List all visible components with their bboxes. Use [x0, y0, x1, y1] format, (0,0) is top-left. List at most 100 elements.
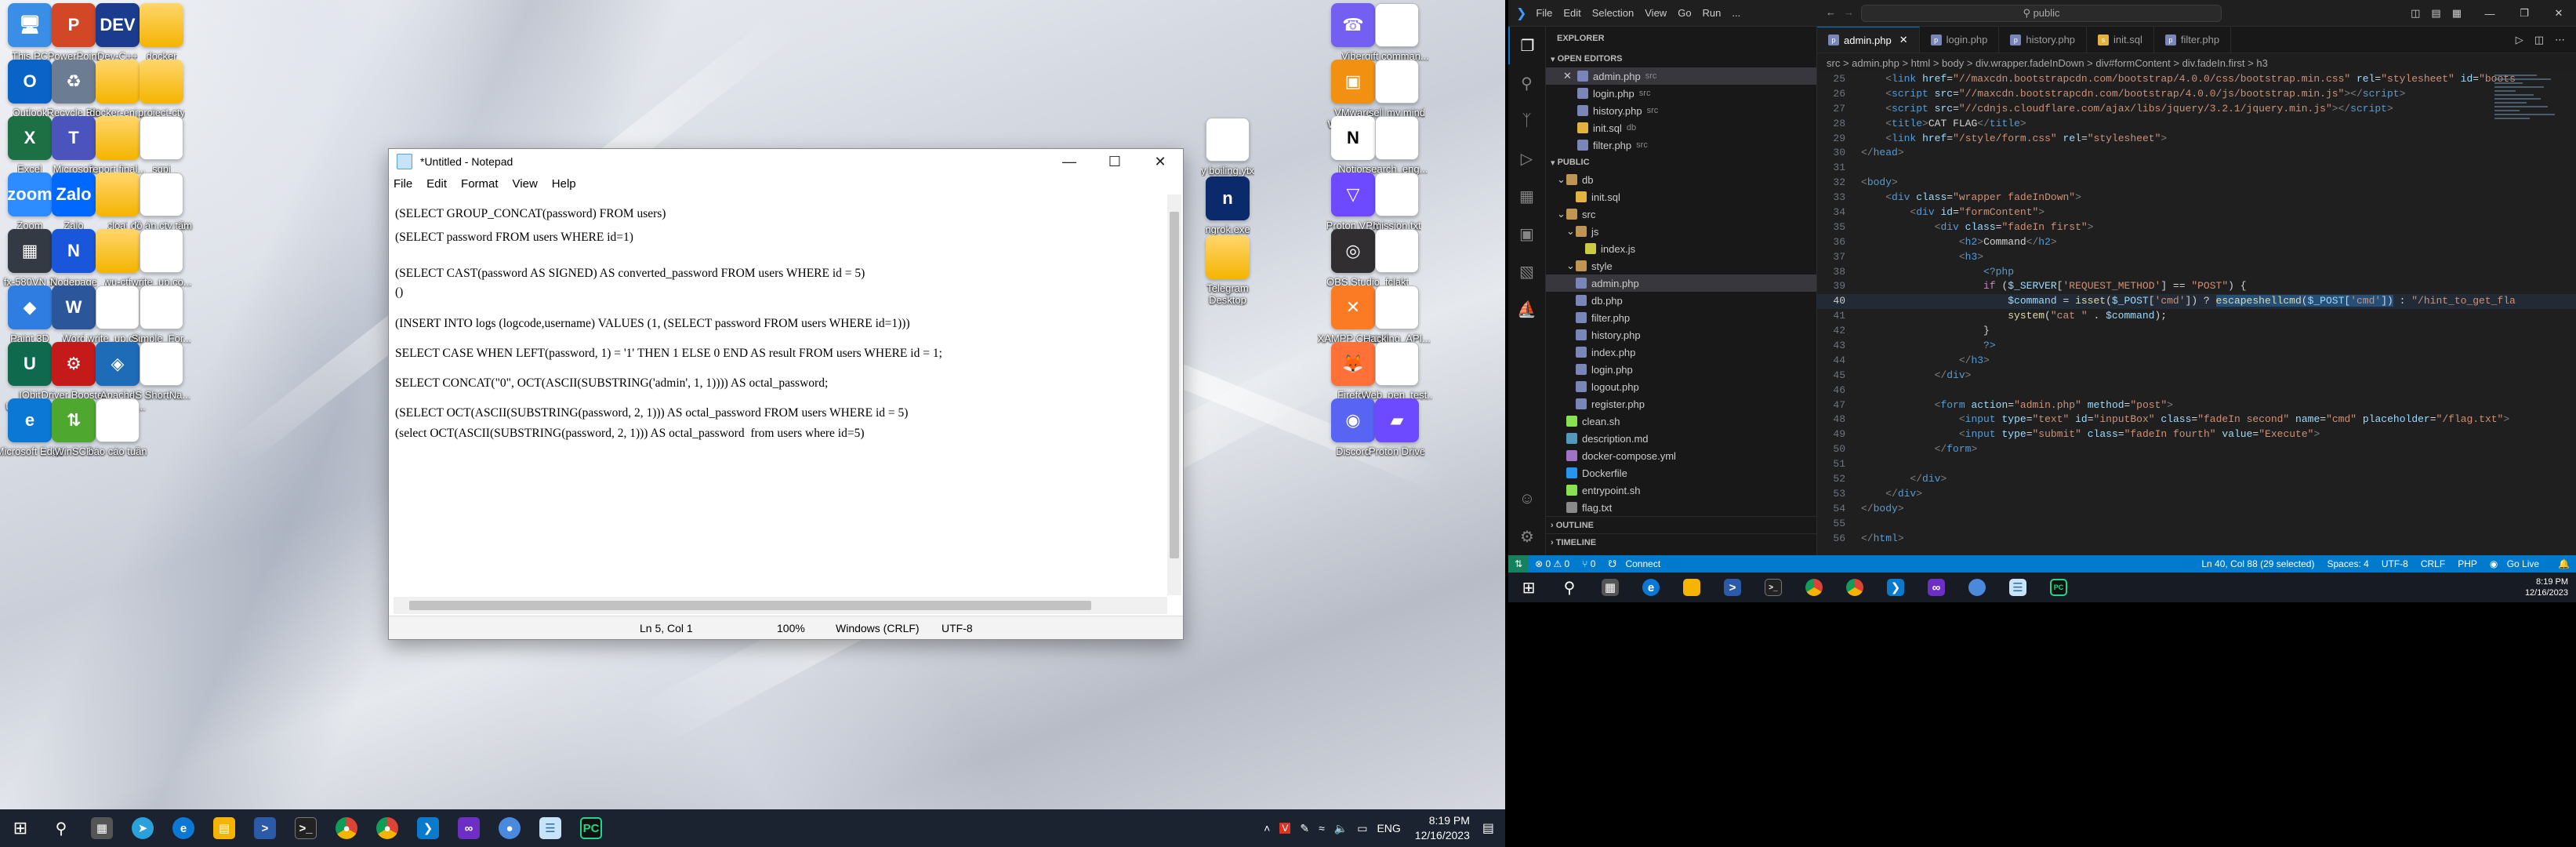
split-editor-icon[interactable]: ◫	[2534, 34, 2544, 46]
desktop-icon[interactable]: mission.txt	[1361, 173, 1433, 231]
chrome-icon[interactable]: ●	[326, 809, 367, 847]
terminal-icon[interactable]: >_	[1753, 573, 1794, 602]
desktop-icon[interactable]: y boiling.ytx	[1192, 118, 1264, 176]
code-line[interactable]: 50 </form>	[1817, 442, 2576, 457]
vscode-restore-button[interactable]: ❐	[2507, 7, 2542, 20]
line-ending[interactable]: CRLF	[2421, 558, 2445, 569]
breadcrumb[interactable]: src > admin.php > html > body > div.wrap…	[1817, 53, 2576, 72]
connect-button[interactable]: ☋ Connect	[1608, 558, 1667, 569]
file-tree-item[interactable]: entrypoint.sh	[1546, 482, 1816, 499]
start-icon[interactable]: ⊞	[1508, 573, 1549, 602]
code-line[interactable]: 54 </body>	[1817, 502, 2576, 517]
chromium-icon[interactable]	[1957, 573, 1997, 602]
code-line[interactable]: 45 </div>	[1817, 369, 2576, 384]
code-line[interactable]: 34 <div id="formContent">	[1817, 205, 2576, 220]
tab-filter-php[interactable]: p filter.php	[2154, 27, 2232, 53]
code-line[interactable]: 55	[1817, 517, 2576, 532]
problems-indicator[interactable]: ⊗ 0 ⚠ 0	[1535, 558, 1569, 569]
file-explorer-icon[interactable]	[1671, 573, 1712, 602]
desktop-icon[interactable]: docker	[125, 3, 198, 62]
powershell-icon[interactable]: >	[1712, 573, 1753, 602]
language-mode[interactable]: PHP	[2458, 558, 2477, 569]
minimize-button[interactable]: —	[1047, 149, 1092, 174]
pycharm-icon[interactable]: PC	[2038, 573, 2079, 602]
chromium-icon[interactable]: ●	[489, 809, 530, 847]
tab-login-php[interactable]: p login.php	[1920, 27, 2000, 53]
code-line[interactable]: 37 <h3>	[1817, 250, 2576, 265]
maximize-button[interactable]: ☐	[1092, 149, 1137, 174]
code-line[interactable]: 32 <body>	[1817, 176, 2576, 191]
file-tree-item[interactable]: logout.php	[1546, 378, 1816, 395]
desktop-icon[interactable]: write_up co...	[125, 229, 198, 288]
code-line[interactable]: 36 <h2>Command</h2>	[1817, 235, 2576, 250]
vs-menu-more[interactable]: ...	[1732, 7, 1740, 19]
open-editor-item[interactable]: init.sql db	[1546, 119, 1816, 136]
code-line[interactable]: 42 }	[1817, 324, 2576, 339]
desktop-icon[interactable]: n ngrok.exe	[1192, 176, 1264, 235]
menu-edit[interactable]: Edit	[426, 177, 447, 191]
notepad-text-area[interactable]: (SELECT GROUP_CONCAT(password) FROM user…	[394, 194, 1167, 595]
visual-studio-icon[interactable]: ∞	[1916, 573, 1957, 602]
code-line[interactable]: 49 <input type="submit" class="fadeIn fo…	[1817, 427, 2576, 442]
notification-icon[interactable]: ▤	[1482, 820, 1494, 836]
open-editor-item[interactable]: login.php src	[1546, 85, 1816, 102]
file-tree-item[interactable]: ⌄ js	[1546, 223, 1816, 240]
code-line[interactable]: 56 </html>	[1817, 532, 2576, 547]
code-line[interactable]: 35 <div class="fadeIn first">	[1817, 220, 2576, 235]
file-tree-item[interactable]: login.php	[1546, 361, 1816, 378]
code-line[interactable]: 47 <form action="admin.php" method="post…	[1817, 398, 2576, 413]
pen-icon[interactable]: ✎	[1300, 822, 1309, 835]
desktop-icon[interactable]: gift comman...	[1361, 3, 1433, 62]
file-tree-item[interactable]: init.sql	[1546, 188, 1816, 205]
notepad-titlebar[interactable]: *Untitled - Notepad — ☐ ✕	[389, 149, 1183, 174]
file-tree-item[interactable]: Dockerfile	[1546, 464, 1816, 482]
code-line[interactable]: 51	[1817, 457, 2576, 472]
notepad-window[interactable]: *Untitled - Notepad — ☐ ✕ File Edit Form…	[388, 148, 1184, 640]
code-line[interactable]: 26 <script src="//maxcdn.bootstrapcdn.co…	[1817, 87, 2576, 102]
file-explorer-icon[interactable]: ▤	[204, 809, 245, 847]
search-icon[interactable]: ⚲	[1549, 573, 1590, 602]
antivirus-icon[interactable]: V	[1279, 823, 1291, 834]
encoding[interactable]: UTF-8	[2382, 558, 2408, 569]
desktop-icon[interactable]: project-cty	[125, 60, 198, 118]
code-line[interactable]: 25 <link href="//maxcdn.bootstrapcdn.com…	[1817, 72, 2576, 87]
source-control-icon[interactable]: ᛉ	[1508, 102, 1545, 140]
file-tree-item[interactable]: ⌄ src	[1546, 205, 1816, 223]
desktop-icon[interactable]: sqpi	[125, 116, 198, 175]
go-live-button[interactable]: ◉ Go Live	[2490, 558, 2545, 569]
code-line[interactable]: 38 <?php	[1817, 265, 2576, 280]
powershell-icon[interactable]: >	[245, 809, 285, 847]
tab-close-icon[interactable]: ✕	[1899, 34, 1908, 46]
desktop-icon[interactable]: Simple_For...	[125, 285, 198, 344]
code-line[interactable]: 29 <link href="/style/form.css" rel="sty…	[1817, 132, 2576, 147]
notifications-bell-icon[interactable]: 🔔	[2558, 558, 2570, 569]
open-editor-item[interactable]: ✕ admin.php src	[1546, 67, 1816, 85]
vs-menu-run[interactable]: Run	[1703, 7, 1722, 19]
telegram-icon[interactable]: ➤	[122, 809, 163, 847]
code-line[interactable]: 39 if ($_SERVER['REQUEST_METHOD'] == "PO…	[1817, 279, 2576, 294]
code-line[interactable]: 40 $command = isset($_POST['cmd']) ? esc…	[1817, 294, 2576, 310]
desktop-icon[interactable]: IS ShortNa...	[125, 342, 198, 401]
chrome-icon[interactable]	[1794, 573, 1834, 602]
file-tree-item[interactable]: ⌄ style	[1546, 257, 1816, 274]
layout-icon[interactable]: ◫	[2411, 7, 2420, 20]
vscode-window[interactable]: ❯ File Edit Selection View Go Run ... ← …	[1508, 0, 2576, 573]
code-line[interactable]: 48 <input type="text" id="inputBox" clas…	[1817, 413, 2576, 427]
vs-menu-edit[interactable]: Edit	[1563, 7, 1580, 19]
desktop-icon[interactable]: Hacking_API...	[1361, 285, 1433, 344]
task-view-icon[interactable]: ▦	[82, 809, 122, 847]
extensions-icon[interactable]: ▦	[1508, 177, 1545, 215]
menu-format[interactable]: Format	[461, 177, 499, 191]
code-line[interactable]: 52 </div>	[1817, 472, 2576, 487]
minimap[interactable]	[2494, 72, 2565, 555]
battery-icon[interactable]: ▭	[1357, 822, 1367, 835]
desktop-icon[interactable]: search_eng...	[1361, 116, 1433, 175]
file-tree-item[interactable]: description.md	[1546, 430, 1816, 447]
vs-menu-selection[interactable]: Selection	[1592, 7, 1634, 19]
code-line[interactable]: 44 </h3>	[1817, 354, 2576, 369]
visual-studio-icon[interactable]: ∞	[448, 809, 489, 847]
pycharm-icon[interactable]: PC	[571, 809, 611, 847]
chrome-profile-icon[interactable]	[1834, 573, 1875, 602]
notepad-taskbar-icon[interactable]: ☰	[530, 809, 571, 847]
file-tree-item[interactable]: register.php	[1546, 395, 1816, 413]
